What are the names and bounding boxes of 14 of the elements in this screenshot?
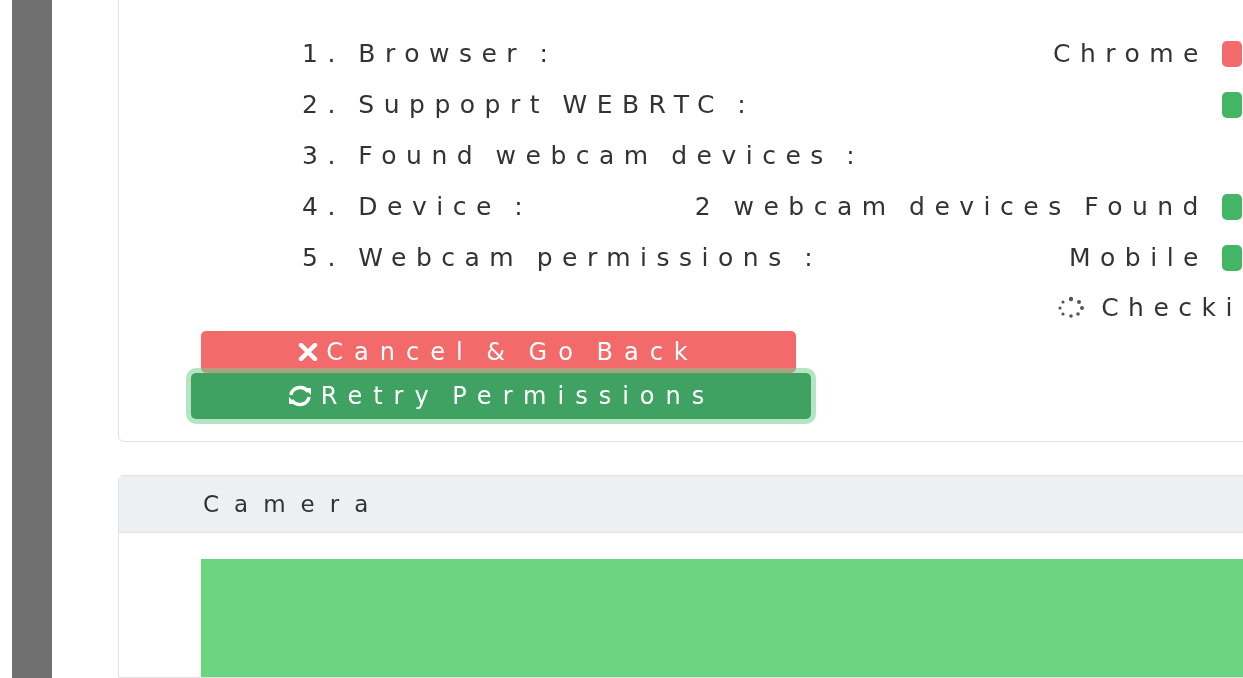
close-icon — [298, 343, 319, 361]
refresh-icon — [286, 385, 313, 407]
check-value: Mobile — [1069, 243, 1208, 272]
check-value: 2 webcam devices Found — [694, 192, 1208, 221]
status-text: Checki — [1101, 292, 1242, 322]
check-label: 4. Device : — [302, 192, 533, 221]
retry-button[interactable]: Retry Permissions — [191, 373, 811, 419]
check-label: 1. Browser : — [302, 39, 558, 68]
check-label: 5. Webcam permissions : — [302, 243, 823, 272]
card-title: Camera — [203, 491, 384, 517]
check-label: 3. Found webcam devices : — [302, 141, 865, 170]
check-value: Chrome — [1052, 39, 1208, 68]
cancel-button[interactable]: Cancel & Go Back — [201, 331, 796, 373]
check-label: 2. Suppoprt WEBRTC : — [302, 90, 756, 119]
